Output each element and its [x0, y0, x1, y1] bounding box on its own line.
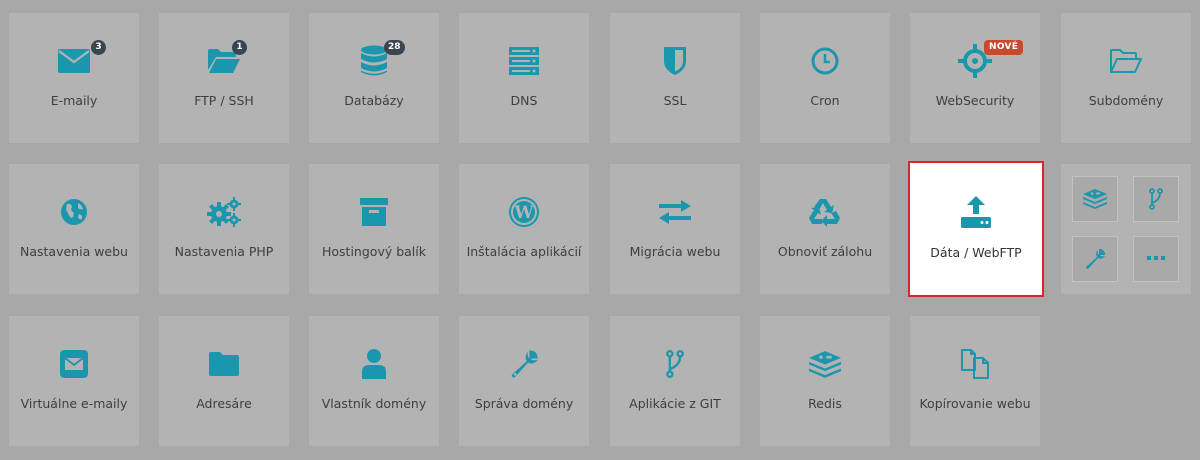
- tile-label: Dáta / WebFTP: [930, 245, 1022, 260]
- recycle-icon: [809, 199, 840, 227]
- tile-restore-backup[interactable]: Obnoviť zálohu: [760, 164, 890, 294]
- redis-stack-icon: [1083, 189, 1107, 209]
- wrench-icon: [1086, 249, 1105, 269]
- code-branch-icon: [1149, 188, 1163, 210]
- tile-label: Cron: [810, 93, 840, 108]
- tile-web-settings[interactable]: Nastavenia webu: [9, 164, 139, 294]
- tile-emails[interactable]: 3 E-maily: [9, 13, 139, 143]
- clock-icon: [811, 47, 839, 75]
- tile-label: Subdomény: [1088, 93, 1164, 108]
- svg-text:W: W: [513, 203, 534, 223]
- tile-hosting-package[interactable]: Hostingový balík: [309, 164, 439, 294]
- tile-app-install[interactable]: W Inštalácia aplikácií: [459, 164, 589, 294]
- tile-databases[interactable]: 28 Databázy: [309, 13, 439, 143]
- quick-redis-button[interactable]: [1072, 176, 1118, 222]
- tile-ftp-ssh[interactable]: 1 FTP / SSH: [159, 13, 289, 143]
- tile-dns[interactable]: DNS: [459, 13, 589, 143]
- tile-label: Obnoviť zálohu: [777, 244, 873, 259]
- envelope-icon: [58, 49, 90, 73]
- tile-label: Nastavenia webu: [20, 244, 128, 259]
- tile-label: E-maily: [50, 93, 98, 108]
- email-count-badge: 3: [91, 40, 106, 55]
- tile-label: Kopírovanie webu: [919, 396, 1031, 411]
- folder-outline-icon: [1110, 49, 1142, 73]
- user-icon: [362, 349, 386, 379]
- tile-label: Aplikácie z GIT: [629, 396, 721, 411]
- tile-domain-admin[interactable]: Správa domény: [459, 316, 589, 446]
- tile-label: Databázy: [344, 93, 404, 108]
- tile-domain-owner[interactable]: Vlastník domény: [309, 316, 439, 446]
- tile-label: SSL: [663, 93, 687, 108]
- tile-virtual-emails[interactable]: Virtuálne e-maily: [9, 316, 139, 446]
- tile-label: Správa domény: [474, 396, 574, 411]
- shield-icon: [664, 47, 686, 75]
- tile-directories[interactable]: Adresáre: [159, 316, 289, 446]
- tile-websecurity[interactable]: NOVÉ WebSecurity: [910, 13, 1040, 143]
- ftp-count-badge: 1: [232, 40, 247, 55]
- database-count-badge: 28: [384, 40, 405, 55]
- tile-cron[interactable]: Cron: [760, 13, 890, 143]
- wrench-icon: [511, 350, 538, 378]
- server-icon: [509, 47, 539, 75]
- tile-label: Migrácia webu: [629, 244, 721, 259]
- tile-label: Hostingový balík: [322, 244, 426, 259]
- globe-icon: [61, 199, 87, 225]
- code-branch-icon: [666, 349, 684, 379]
- redis-stack-icon: [809, 350, 841, 378]
- tile-label: DNS: [510, 93, 538, 108]
- tile-label: WebSecurity: [935, 93, 1015, 108]
- tile-label: Virtuálne e-maily: [20, 396, 128, 411]
- tile-label: Adresáre: [196, 396, 252, 411]
- exchange-arrows-icon: [659, 200, 691, 224]
- tile-ssl[interactable]: SSL: [610, 13, 740, 143]
- copy-files-icon: [961, 349, 989, 379]
- envelope-square-icon: [60, 350, 88, 378]
- tile-label: Nastavenia PHP: [174, 244, 274, 259]
- quick-domain-admin-button[interactable]: [1072, 236, 1118, 282]
- tile-git-apps[interactable]: Aplikácie z GIT: [610, 316, 740, 446]
- quick-git-button[interactable]: [1133, 176, 1179, 222]
- tile-php-settings[interactable]: Nastavenia PHP: [159, 164, 289, 294]
- tile-copy-web[interactable]: Kopírovanie webu: [910, 316, 1040, 446]
- wordpress-icon: W: [509, 197, 539, 227]
- archive-box-icon: [360, 198, 388, 226]
- more-dots-icon: [1147, 256, 1165, 260]
- tile-subdomains[interactable]: Subdomény: [1061, 13, 1191, 143]
- gears-icon: [207, 197, 241, 227]
- tile-webftp[interactable]: Dáta / WebFTP: [908, 161, 1044, 297]
- quick-actions-panel: [1061, 164, 1191, 294]
- tile-redis[interactable]: Redis: [760, 316, 890, 446]
- new-badge: NOVÉ: [984, 40, 1024, 55]
- tile-label: FTP / SSH: [194, 93, 254, 108]
- tile-label: Inštalácia aplikácií: [466, 244, 582, 259]
- tile-label: Vlastník domény: [321, 396, 427, 411]
- quick-more-button[interactable]: [1133, 236, 1179, 282]
- folder-icon: [209, 352, 239, 376]
- tile-label: Redis: [808, 396, 842, 411]
- upload-drive-icon: [961, 196, 991, 228]
- tile-migration[interactable]: Migrácia webu: [610, 164, 740, 294]
